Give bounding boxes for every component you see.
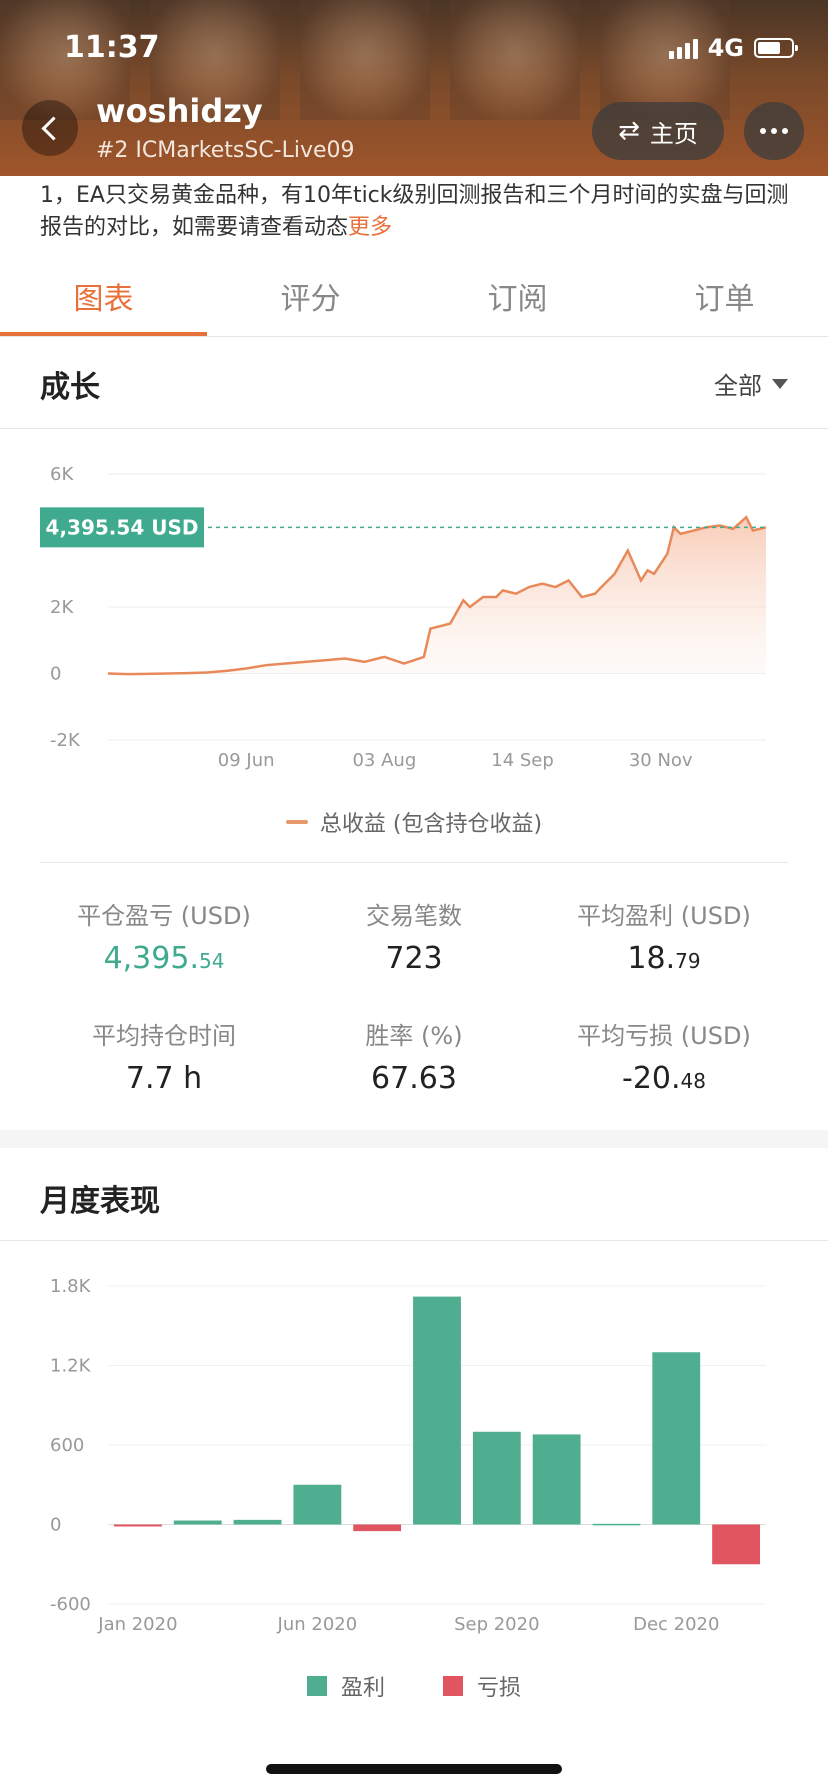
profit-bar (532, 1434, 581, 1525)
profit-bar (173, 1520, 222, 1525)
loss-bar (113, 1524, 162, 1527)
status-icons: 4G (668, 34, 798, 62)
stat-label: 平均持仓时间 (92, 1022, 236, 1050)
header-background-photo (450, 0, 580, 120)
tab-subscribe[interactable]: 订阅 (414, 274, 621, 318)
description-text: 1，EA只交易黄金品种，有10年tick级别回测报告和三个月时间的实盘与回测报告… (40, 183, 789, 240)
y-tick-label: 1.2K (50, 1356, 92, 1377)
growth-legend: 总收益 (包含持仓收益) (0, 806, 828, 838)
home-indicator (266, 1764, 562, 1774)
x-tick-label: 14 Sep (491, 750, 554, 771)
stat-win-rate: 胜率 (%) 67.63 (276, 1016, 552, 1096)
legend-divider (40, 862, 788, 863)
stat-value: 7.7 h (125, 1061, 203, 1096)
x-tick-label: 30 Nov (629, 750, 693, 771)
stat-avg-loss: 平均亏损 (USD) -20.48 (526, 1016, 802, 1096)
legend-line-swatch (285, 820, 308, 824)
stat-label: 交易笔数 (366, 902, 462, 930)
tab-chart[interactable]: 图表 (0, 274, 207, 318)
loss-bar (353, 1524, 402, 1532)
stat-trade-count: 交易笔数 723 (276, 896, 552, 976)
more-button[interactable] (744, 102, 804, 160)
monthly-chart: 1.8K 1.2K 600 0 -600 Jan 2020 Jun 2020 Sep 2020… (50, 1276, 766, 1635)
section-divider (0, 428, 828, 429)
stat-value: 67.63 (371, 1061, 457, 1096)
x-tick-label: Jan 2020 (97, 1614, 177, 1635)
home-button-label: 主页 (649, 119, 698, 148)
stat-label: 胜率 (%) (365, 1022, 463, 1050)
profit-bar (233, 1519, 282, 1525)
growth-chart: 6K 2K 0 -2K 09 Jun 03 Aug 14 Sep 30 Nov 4,395.54… (40, 464, 767, 771)
section-divider (0, 1240, 828, 1241)
active-tab-indicator (0, 332, 207, 336)
network-type: 4G (707, 34, 744, 62)
stat-label: 平均盈利 (USD) (577, 902, 751, 930)
more-link[interactable]: 更多 (348, 215, 392, 240)
back-button[interactable] (22, 100, 78, 156)
stat-label: 平仓盈亏 (USD) (77, 902, 251, 930)
legend-loss-label: 亏损 (477, 1676, 522, 1701)
y-tick-label: 1.8K (50, 1276, 92, 1297)
profit-bar (592, 1523, 641, 1526)
y-tick-label: 6K (50, 464, 74, 485)
chevron-left-icon (40, 115, 66, 141)
tab-bar: 图表 评分 订阅 订单 (0, 262, 828, 337)
y-tick-label: -2K (50, 730, 81, 751)
stat-label: 平均亏损 (USD) (577, 1022, 751, 1050)
y-tick-label: -600 (50, 1594, 91, 1615)
profit-bar (472, 1431, 521, 1525)
y-tick-label: 0 (50, 1515, 61, 1536)
x-tick-label: Jun 2020 (277, 1614, 358, 1635)
strategy-description: 1，EA只交易黄金品种，有10年tick级别回测报告和三个月时间的实盘与回测报告… (40, 180, 800, 244)
range-dropdown[interactable]: 全部 (714, 366, 788, 401)
stat-avg-holding-time: 平均持仓时间 7.7 h (26, 1016, 302, 1096)
stat-value: 4,395.54 (103, 941, 225, 976)
monthly-legend: 盈利 亏损 (0, 1670, 828, 1702)
home-button[interactable]: ⇄ 主页 (592, 102, 724, 160)
x-tick-label: Sep 2020 (454, 1614, 539, 1635)
account-server: #2 ICMarketsSC-Live09 (96, 138, 355, 163)
current-value-label: 4,395.54 USD (46, 515, 199, 539)
x-tick-label: Dec 2020 (633, 1614, 719, 1635)
status-time: 11:37 (64, 30, 160, 65)
growth-legend-label: 总收益 (包含持仓收益) (319, 812, 543, 837)
battery-icon (754, 38, 798, 58)
range-value: 全部 (714, 372, 762, 400)
stat-value: 18.79 (627, 941, 701, 976)
profit-bar (413, 1296, 461, 1525)
signal-icon (668, 37, 698, 59)
y-tick-label: 0 (50, 664, 61, 685)
header-background-photo (300, 0, 430, 120)
stat-value: -20.48 (622, 1061, 706, 1096)
tab-orders[interactable]: 订单 (621, 274, 828, 318)
swap-arrows-icon: ⇄ (618, 116, 640, 146)
section-gap (0, 1130, 828, 1148)
profit-bar (652, 1352, 701, 1525)
x-tick-label: 03 Aug (352, 750, 416, 771)
x-tick-label: 09 Jun (218, 750, 275, 771)
profile-header: 11:37 4G woshidzy #2 ICMarketsSC-Live09 … (0, 0, 828, 176)
stat-avg-profit: 平均盈利 (USD) 18.79 (526, 896, 802, 976)
growth-area-fill (108, 517, 766, 675)
stat-closed-pnl: 平仓盈亏 (USD) 4,395.54 (26, 896, 302, 976)
legend-profit-swatch (306, 1676, 327, 1696)
legend-profit-label: 盈利 (340, 1676, 385, 1701)
legend-loss-swatch (443, 1676, 463, 1696)
y-tick-label: 600 (50, 1435, 84, 1456)
username: woshidzy (96, 92, 263, 130)
loss-bar (712, 1524, 761, 1565)
profit-bar (293, 1484, 342, 1525)
caret-down-icon (772, 378, 788, 389)
more-dots-icon (760, 128, 766, 134)
monthly-title: 月度表现 (40, 1184, 160, 1219)
y-tick-label: 2K (50, 597, 74, 618)
stat-value: 723 (385, 941, 443, 976)
tab-rating[interactable]: 评分 (207, 274, 414, 318)
growth-title: 成长 (40, 370, 100, 405)
